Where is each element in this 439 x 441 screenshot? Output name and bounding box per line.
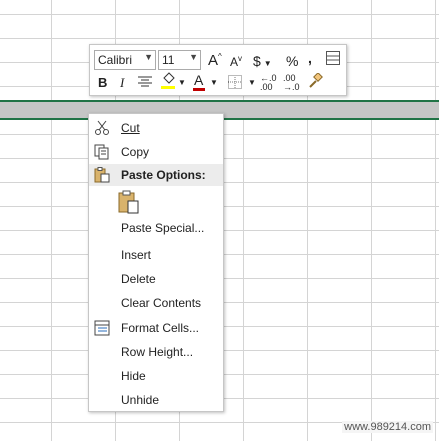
menu-item-paste-special[interactable]: Paste Special... — [89, 217, 223, 239]
menu-item-label: Row Height... — [121, 345, 194, 359]
font-color-button[interactable]: A — [193, 72, 205, 91]
menu-item-delete[interactable]: Delete — [89, 268, 223, 290]
increase-decimal-button[interactable]: ←.0 .00 — [260, 73, 277, 92]
menu-item-paste-options: Paste Options: — [89, 164, 223, 186]
chevron-down-icon: ▼ — [189, 52, 198, 62]
watermark: www.989214.com — [342, 421, 433, 433]
grow-font-icon: A — [208, 52, 219, 69]
menu-item-label: Paste Options: — [121, 168, 206, 182]
grow-font-button[interactable]: A^ — [208, 52, 222, 69]
menu-item-label: Unhide — [121, 393, 160, 407]
increase-decimal-icon: ←.0 .00 — [260, 73, 277, 92]
italic-button[interactable]: I — [120, 76, 124, 89]
shrink-font-icon: A — [230, 55, 239, 69]
menu-item-cut[interactable]: Cut — [89, 117, 223, 139]
paint-bucket-icon — [161, 72, 175, 89]
chevron-down-icon[interactable]: ▼ — [210, 79, 218, 87]
menu-item-format-cells[interactable]: Format Cells... — [89, 317, 223, 339]
menu-item-label: Clear Contents — [121, 296, 202, 310]
menu-item-label: Delete — [121, 272, 156, 286]
menu-item-insert[interactable]: Insert — [89, 244, 223, 266]
align-center-icon — [138, 76, 152, 87]
font-color-icon: A — [194, 72, 204, 88]
paintbrush-icon — [309, 72, 323, 88]
font-size-value: 11 — [162, 53, 175, 67]
paste-icon — [94, 167, 110, 183]
grid-icon — [327, 55, 339, 61]
decrease-decimal-button[interactable]: .00 →.0 — [283, 73, 300, 92]
font-color-swatch — [193, 88, 205, 91]
context-menu: Cut Copy Paste Options: Paste Special...… — [88, 113, 224, 412]
font-name-value: Calibri — [98, 53, 133, 67]
shrink-font-button[interactable]: Av — [230, 55, 242, 69]
paste-clipboard-icon — [118, 190, 139, 214]
menu-item-label: Hide — [121, 369, 146, 383]
menu-item-clear-contents[interactable]: Clear Contents — [89, 292, 223, 314]
font-size-combo[interactable]: 11 ▼ — [158, 50, 201, 70]
menu-item-row-height[interactable]: Row Height... — [89, 341, 223, 363]
menu-item-hide[interactable]: Hide — [89, 365, 223, 387]
borders-button[interactable] — [228, 75, 242, 91]
bold-button[interactable]: B — [98, 76, 107, 89]
fill-color-button[interactable] — [160, 72, 178, 92]
menu-item-label: Copy — [121, 145, 150, 159]
format-painter-button[interactable] — [307, 72, 323, 91]
format-cells-icon — [94, 320, 110, 336]
menu-item-label: Format Cells... — [121, 321, 200, 335]
currency-icon: $ — [253, 53, 261, 69]
chevron-down-icon[interactable]: ▼ — [248, 79, 256, 87]
copy-icon — [94, 144, 110, 160]
menu-item-label: Cut — [121, 121, 140, 135]
comma-style-button[interactable]: , — [308, 51, 312, 65]
menu-item-label: Insert — [121, 248, 152, 262]
align-center-button[interactable] — [138, 76, 152, 90]
percent-button[interactable]: % — [286, 54, 298, 68]
font-name-combo[interactable]: Calibri ▼ — [94, 50, 156, 70]
menu-item-unhide[interactable]: Unhide — [89, 389, 223, 411]
chevron-down-icon: ▼ — [144, 52, 153, 62]
paste-button[interactable] — [117, 190, 145, 218]
scissors-icon — [94, 120, 110, 136]
chevron-down-icon[interactable]: ▼ — [178, 79, 186, 87]
menu-item-label: Paste Special... — [121, 221, 205, 235]
currency-button[interactable]: $ ▼ — [253, 54, 272, 68]
menu-item-copy[interactable]: Copy — [89, 141, 223, 163]
borders-table-icon[interactable] — [326, 51, 340, 65]
borders-icon — [228, 75, 242, 89]
excel-worksheet: Calibri ▼ 11 ▼ A^ Av $ ▼ % , B I ▼ A ▼ ▼… — [0, 0, 439, 441]
mini-toolbar: Calibri ▼ 11 ▼ A^ Av $ ▼ % , B I ▼ A ▼ ▼… — [89, 44, 347, 96]
decrease-decimal-icon: .00 →.0 — [283, 73, 300, 92]
